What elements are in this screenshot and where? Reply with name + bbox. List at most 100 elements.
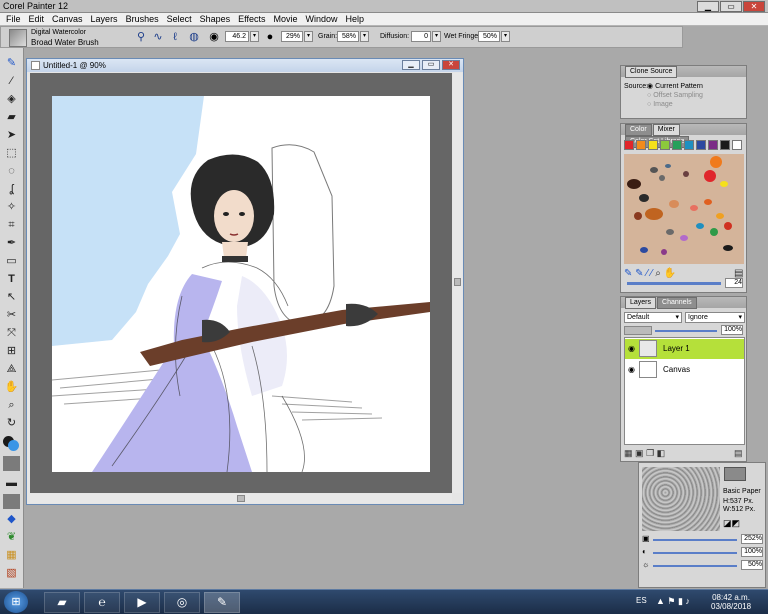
rect-select-icon[interactable]: ⬚ [3, 146, 20, 161]
mixer-sample-color-icon[interactable]: ⁄ [646, 268, 648, 279]
option-image[interactable]: ○ Image [647, 100, 703, 109]
internet-explorer-icon[interactable]: ℮ [84, 592, 120, 613]
layer-lock-icons[interactable] [624, 326, 652, 335]
mixer-pan-icon[interactable]: ✋ [664, 268, 676, 279]
delete-layer-icon[interactable]: ▤ [734, 447, 743, 459]
perspective-grid-icon[interactable]: ⟁ [3, 362, 20, 377]
brush-variant[interactable]: Broad Water Brush [31, 38, 99, 47]
freehand-icon[interactable]: ∿ [151, 30, 165, 44]
tab-color[interactable]: Color [625, 124, 652, 136]
paper-contrast-field[interactable]: 100% [741, 547, 763, 557]
lasso-icon[interactable]: ʆ [3, 182, 20, 197]
mixer-swatch[interactable] [684, 140, 694, 150]
paint-bucket-icon[interactable]: ◈ [3, 92, 20, 107]
corel-painter-taskbar-icon[interactable]: ✎ [204, 592, 240, 613]
rectangle-shape-icon[interactable]: ▭ [3, 254, 20, 269]
mixer-swatch[interactable] [720, 140, 730, 150]
menu-file[interactable]: File [2, 13, 25, 26]
gradient-selector-icon[interactable]: ◆ [3, 512, 20, 527]
paper-invert-icons[interactable]: ◪◩ [723, 518, 740, 529]
menu-effects[interactable]: Effects [234, 13, 269, 26]
menu-movie[interactable]: Movie [270, 13, 302, 26]
wet-fringe-field[interactable]: 50% [478, 31, 500, 42]
minimize-button[interactable]: ▁ [697, 1, 719, 12]
size-field[interactable]: 46.2 [225, 31, 249, 42]
straight-line-icon[interactable]: ℓ [168, 30, 182, 44]
text-tool-icon[interactable]: T [3, 272, 20, 287]
menu-select[interactable]: Select [163, 13, 196, 26]
duplicate-layer-icon[interactable]: ❐ [646, 448, 654, 458]
paper-brightness-field[interactable]: 50% [741, 560, 763, 570]
menu-brushes[interactable]: Brushes [122, 13, 163, 26]
pen-tilt-icon[interactable]: ◍ [187, 30, 201, 44]
layer-row-canvas[interactable]: ◉ Canvas [625, 360, 744, 380]
language-indicator[interactable]: ES [636, 596, 647, 605]
mixer-size-field[interactable]: 24 [725, 278, 743, 288]
wet-fringe-dropdown[interactable]: ▾ [501, 31, 510, 42]
color-swatches-icon[interactable] [3, 436, 20, 451]
mixer-swatch[interactable] [636, 140, 646, 150]
mixer-sample-multiple-icon[interactable]: ⁄ [651, 268, 653, 279]
menu-edit[interactable]: Edit [25, 13, 49, 26]
scissors-icon[interactable]: ✂ [3, 308, 20, 323]
brush-selector-icon[interactable] [9, 29, 27, 47]
file-explorer-icon[interactable]: ▰ [44, 592, 80, 613]
pen-tool-icon[interactable]: ✒ [3, 236, 20, 251]
clock[interactable]: 08:42 a.m. 03/08/2018 [711, 593, 751, 611]
shape-selection-icon[interactable]: ↖ [3, 290, 20, 305]
crop-tool-icon[interactable]: ⌗ [3, 218, 20, 233]
option-current-pattern[interactable]: ◉ Current Pattern [647, 82, 703, 91]
layer-mask-icon[interactable]: ◧ [657, 448, 666, 458]
tab-clone-source[interactable]: Clone Source [625, 66, 678, 78]
mixer-size-slider[interactable] [627, 282, 721, 285]
mixer-zoom-icon[interactable]: ⌕ [655, 268, 661, 279]
painting-canvas[interactable] [52, 96, 430, 472]
maximize-button[interactable]: ▭ [720, 1, 742, 12]
tab-layers[interactable]: Layers [625, 297, 657, 309]
close-button[interactable]: ✕ [743, 1, 765, 12]
brush-tool-icon[interactable]: ✎ [3, 56, 20, 71]
size-dropdown[interactable]: ▾ [250, 31, 259, 42]
grain-field[interactable]: 58% [337, 31, 359, 42]
oval-select-icon[interactable]: ◌ [3, 164, 20, 179]
stroke-type-icon[interactable]: ⚲ [134, 30, 148, 44]
dropper-tool-icon[interactable]: ⁄ [3, 74, 20, 89]
mixer-swatch[interactable] [648, 140, 658, 150]
layer-opacity-slider[interactable] [655, 330, 717, 332]
nozzle-selector-icon[interactable]: ❦ [3, 530, 20, 545]
tab-channels[interactable]: Channels [657, 297, 697, 309]
preserve-select[interactable]: Ignore ▾ [685, 312, 745, 323]
magic-wand-icon[interactable]: ✧ [3, 200, 20, 215]
menu-help[interactable]: Help [342, 13, 369, 26]
mixer-swatch[interactable] [708, 140, 718, 150]
diffusion-field[interactable]: 0 [411, 31, 431, 42]
pattern-selector-icon[interactable] [3, 494, 20, 509]
grain-dropdown[interactable]: ▾ [360, 31, 369, 42]
doc-restore-button[interactable]: ▭ [422, 60, 440, 70]
mixer-swatch[interactable] [624, 140, 634, 150]
menu-layers[interactable]: Layers [87, 13, 122, 26]
weaving-selector-icon[interactable]: ▦ [3, 548, 20, 563]
paper-swatch-icon[interactable] [724, 467, 746, 481]
paper-brightness-slider[interactable] [653, 565, 737, 567]
mixer-pad[interactable] [624, 154, 744, 264]
horizontal-scrollbar[interactable] [30, 494, 452, 503]
mixer-apply-color-icon[interactable]: ✎ [635, 268, 643, 279]
menu-window[interactable]: Window [302, 13, 342, 26]
paper-scale-field[interactable]: 252% [741, 534, 763, 544]
eraser-tool-icon[interactable]: ▰ [3, 110, 20, 125]
mixer-swatch[interactable] [732, 140, 742, 150]
layer-row-layer-1[interactable]: ◉ Layer 1 [625, 339, 744, 359]
media-player-icon[interactable]: ▶ [124, 592, 160, 613]
chrome-icon[interactable]: ◎ [164, 592, 200, 613]
visibility-eye-icon[interactable]: ◉ [628, 365, 635, 374]
paper-scale-slider[interactable] [653, 539, 737, 541]
doc-close-button[interactable]: ✕ [442, 60, 460, 70]
rotate-page-icon[interactable]: ↻ [3, 416, 20, 431]
menu-shapes[interactable]: Shapes [196, 13, 235, 26]
tab-mixer[interactable]: Mixer [652, 124, 680, 136]
mixer-dirty-brush-icon[interactable]: ✎ [624, 268, 632, 279]
canvas-area[interactable] [30, 73, 452, 493]
magnifier-icon[interactable]: ⌕ [3, 398, 20, 413]
opacity-dropdown[interactable]: ▾ [304, 31, 313, 42]
